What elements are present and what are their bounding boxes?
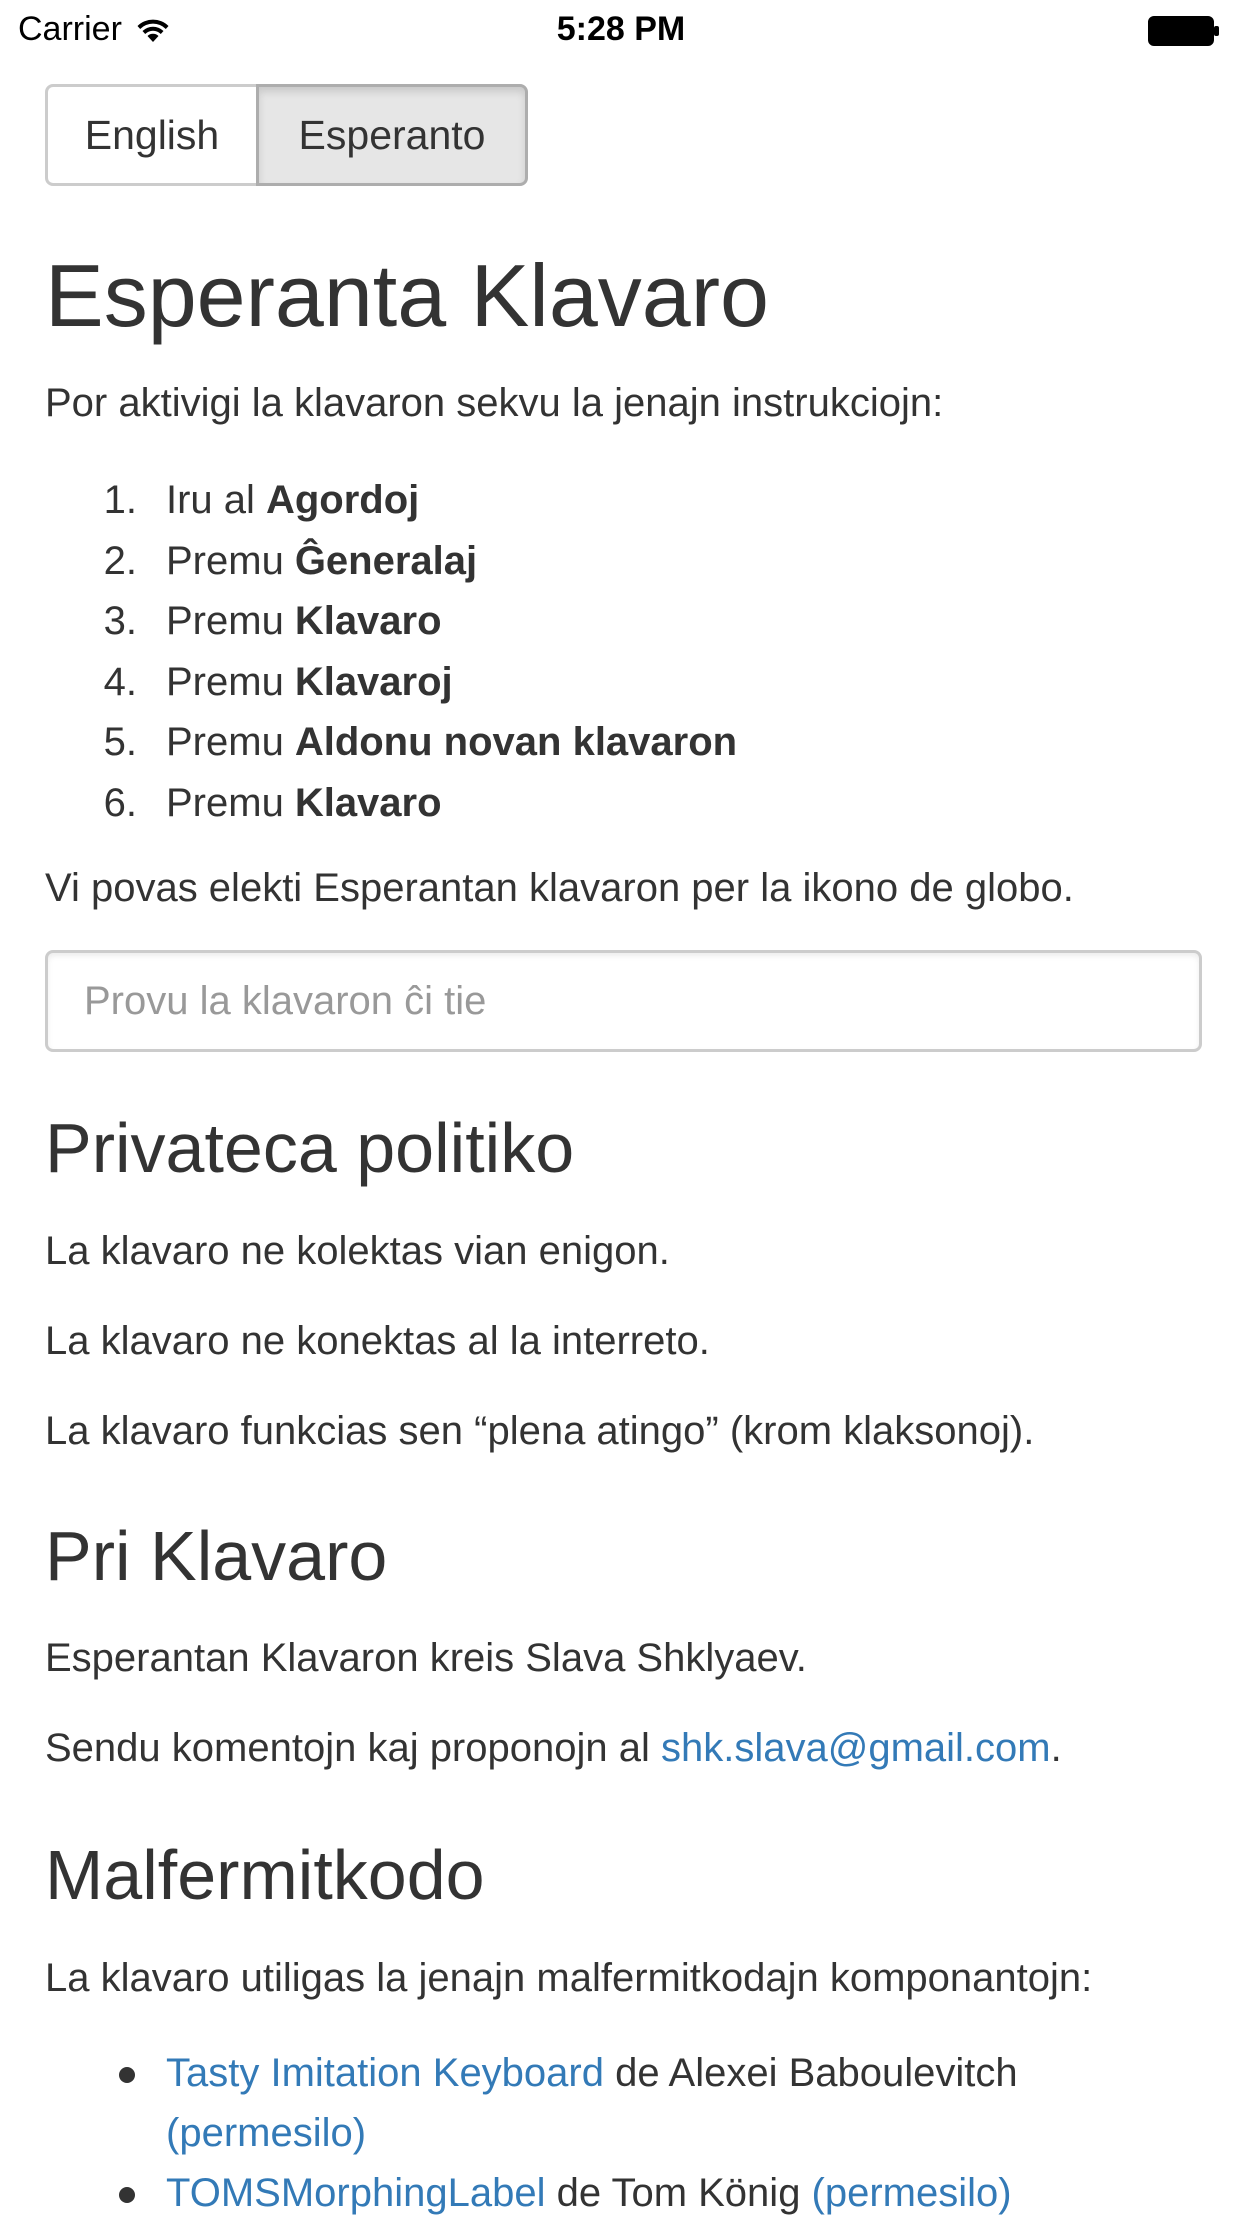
component-link-tasty-imitation-keyboard[interactable]: Tasty Imitation Keyboard bbox=[166, 2051, 604, 2095]
step-target: Klavaro bbox=[294, 599, 442, 643]
open-source-heading: Malfermitkodo bbox=[45, 1836, 485, 1914]
step-target: Ĝeneralaj bbox=[294, 538, 478, 583]
battery-icon bbox=[1148, 16, 1219, 46]
component-link-tomsmorphinglabel[interactable]: TOMSMorphingLabel bbox=[166, 2171, 545, 2215]
setup-step: 1. Iru al Agordoj bbox=[45, 470, 737, 531]
privacy-line: La klavaro ne kolektas vian enigon. bbox=[45, 1229, 670, 1273]
feedback-prefix: Sendu komentojn kaj proponojn al bbox=[45, 1726, 661, 1770]
step-number: 6. bbox=[103, 780, 137, 825]
email-link[interactable]: shk.slava@gmail.com bbox=[661, 1726, 1051, 1770]
step-target: Klavaroj bbox=[294, 659, 453, 704]
component-author: de Alexei Baboulevitch bbox=[604, 2051, 1018, 2095]
step-verb: Premu bbox=[166, 720, 284, 764]
license-link[interactable]: (permesilo) bbox=[166, 2111, 366, 2155]
step-verb: Iru al bbox=[166, 478, 255, 522]
keyboard-test-input[interactable] bbox=[45, 950, 1202, 1052]
component-item: Tasty Imitation Keyboard de Alexei Babou… bbox=[45, 2043, 1197, 2163]
language-option-english[interactable]: English bbox=[45, 84, 259, 186]
about-author: Esperantan Klavaron kreis Slava Shklyaev… bbox=[45, 1636, 807, 1680]
setup-step: 4. Premu Klavaroj bbox=[45, 652, 737, 713]
step-verb: Premu bbox=[166, 599, 284, 643]
component-author: de Tom König bbox=[545, 2171, 812, 2215]
step-target: Klavaro bbox=[294, 780, 442, 825]
page-title: Esperanta Klavaro bbox=[45, 246, 769, 345]
setup-step: 6. Premu Klavaro bbox=[45, 773, 737, 834]
step-target: Agordoj bbox=[265, 478, 420, 522]
about-feedback: Sendu komentojn kaj proponojn al shk.sla… bbox=[45, 1720, 1062, 1776]
intro-text: Por aktivigi la klavaron sekvu la jenajn… bbox=[45, 381, 944, 425]
about-heading: Pri Klavaro bbox=[45, 1517, 388, 1595]
privacy-line: La klavaro funkcias sen “plena atingo” (… bbox=[45, 1409, 1035, 1453]
open-source-intro: La klavaro utiligas la jenajn malfermitk… bbox=[45, 1956, 1093, 2000]
setup-step: 5. Premu Aldonu novan klavaron bbox=[45, 712, 737, 773]
step-verb: Premu bbox=[166, 780, 284, 825]
step-number: 1. bbox=[103, 478, 137, 522]
feedback-suffix: . bbox=[1050, 1726, 1062, 1770]
setup-step: 3. Premu Klavaro bbox=[45, 591, 737, 652]
step-verb: Premu bbox=[166, 538, 284, 583]
license-link[interactable]: (permesilo) bbox=[812, 2171, 1012, 2215]
language-switch: English Esperanto bbox=[45, 84, 528, 186]
step-number: 5. bbox=[103, 720, 137, 764]
privacy-heading: Privateca politiko bbox=[45, 1109, 575, 1187]
open-source-components: Tasty Imitation Keyboard de Alexei Babou… bbox=[45, 2043, 1197, 2223]
setup-steps: 1. Iru al Agordoj 2. Premu Ĝeneralaj 3. … bbox=[45, 470, 737, 833]
step-verb: Premu bbox=[166, 659, 284, 704]
privacy-line: La klavaro ne konektas al la interreto. bbox=[45, 1319, 710, 1363]
setup-step: 2. Premu Ĝeneralaj bbox=[45, 531, 737, 592]
globe-note: Vi povas elekti Esperantan klavaron per … bbox=[45, 866, 1074, 910]
step-number: 2. bbox=[103, 538, 137, 583]
step-number: 3. bbox=[103, 599, 137, 643]
step-target: Aldonu novan klavaron bbox=[294, 720, 738, 764]
step-number: 4. bbox=[103, 659, 137, 704]
component-item: TOMSMorphingLabel de Tom König (permesil… bbox=[45, 2163, 1197, 2223]
status-time: 5:28 PM bbox=[556, 10, 686, 48]
language-option-esperanto[interactable]: Esperanto bbox=[256, 84, 528, 186]
status-bar: Carrier 5:28 PM bbox=[0, 0, 1242, 60]
